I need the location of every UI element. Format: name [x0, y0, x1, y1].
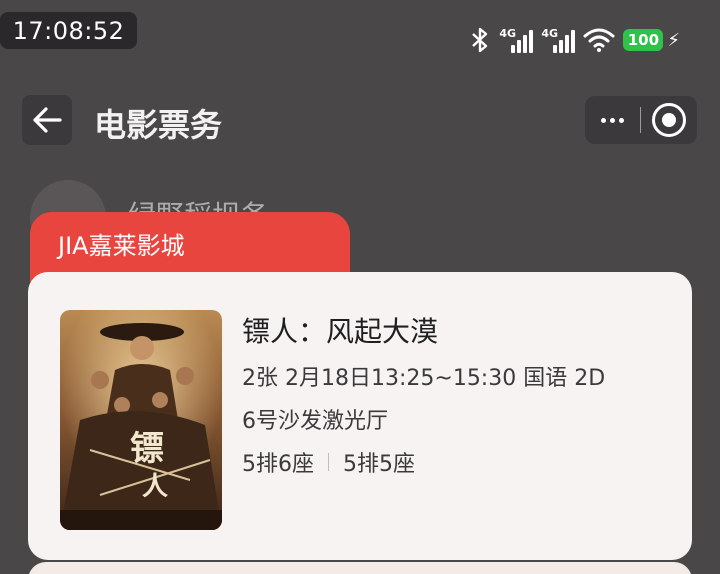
charging-icon: ⚡: [667, 29, 680, 51]
seat-list: 5排6座 5排5座: [242, 446, 415, 478]
bluetooth-icon: [469, 27, 491, 53]
seat-label: 5排5座: [343, 452, 415, 477]
next-ticket-card[interactable]: [28, 562, 692, 574]
cinema-name: JIA嘉莱影城: [58, 232, 185, 260]
seat-label: 5排6座: [242, 452, 314, 477]
status-bar: 17:08:52 4G 4G 100 ⚡: [0, 0, 720, 80]
signal-icon: 4G: [499, 27, 534, 53]
status-icons: 4G 4G 100 ⚡: [469, 22, 720, 58]
wifi-icon: [583, 27, 615, 53]
arrow-left-icon: [33, 107, 62, 133]
movie-poster: 镖 人: [60, 310, 222, 530]
signal-icon: 4G: [541, 27, 576, 53]
hall-name: 6号沙发激光厅: [242, 409, 388, 434]
more-options-button[interactable]: [585, 117, 640, 123]
status-time: 17:08:52: [0, 12, 137, 49]
svg-text:镖: 镖: [130, 429, 164, 469]
miniprogram-capsule: [585, 96, 697, 144]
show-info: 2张 2月18日13:25~15:30 国语 2D: [242, 366, 606, 391]
movie-title: 镖人：风起大漠: [242, 315, 439, 348]
battery-icon: 100: [623, 29, 664, 51]
page-title: 电影票务: [94, 106, 223, 144]
target-icon: [652, 103, 686, 137]
seat-separator: [328, 453, 329, 471]
svg-text:人: 人: [142, 472, 168, 502]
close-miniprogram-button[interactable]: [641, 103, 697, 137]
back-button[interactable]: [22, 95, 72, 145]
